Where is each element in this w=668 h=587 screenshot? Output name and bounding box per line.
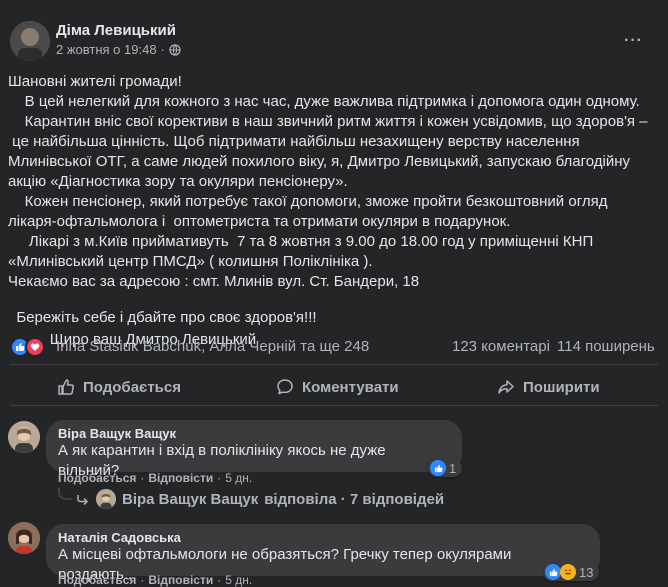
shares-count[interactable]: 114 поширень (557, 338, 655, 355)
like-reaction-icon (430, 460, 446, 476)
reactors-summary[interactable]: Irina Stasiuk Babchuk, Алла Черній та ще… (56, 338, 369, 355)
author-avatar[interactable] (10, 21, 50, 61)
post-line: акцію «Діагностика зору та окуляри пенсі… (8, 173, 348, 190)
globe-icon[interactable] (169, 43, 181, 56)
replies-count: відповіла · 7 відповідей (264, 490, 445, 508)
reply-connector (58, 488, 72, 500)
thumbs-up-icon (57, 378, 75, 396)
replier-avatar (96, 489, 116, 509)
love-reaction-icon (25, 337, 45, 357)
comment-reply-link[interactable]: Відповісти (148, 471, 213, 485)
post-line: Шановні жителі громади! (8, 73, 182, 90)
comment-bubble: Віра Ващук Ващук А як карантин і вхід в … (46, 420, 462, 479)
reaction-icons[interactable] (10, 337, 45, 357)
post-date[interactable]: 2 жовтня о 19:48 (56, 42, 157, 57)
post-line: Бережіть себе і дбайте про своє здоров'я… (8, 309, 317, 326)
post-line (8, 292, 663, 308)
comment-label: Коментувати (302, 378, 399, 396)
meta-separator: · (160, 42, 165, 57)
comment-reactions[interactable]: 13 (543, 563, 600, 581)
commenter-name[interactable]: Віра Ващук Ващук (58, 426, 450, 441)
post-line: Карантин вніс свої корективи в наш звичн… (8, 113, 648, 130)
post-line: Млинівської ОТГ, а саме людей похилого в… (8, 153, 631, 170)
like-button[interactable]: Подобається (57, 378, 181, 396)
commenter-name[interactable]: Наталія Садовська (58, 530, 588, 545)
comment-reactions[interactable]: 1 (428, 459, 463, 477)
share-label: Поширити (523, 378, 600, 396)
reply-arrow-icon (76, 492, 90, 506)
post-line: В цей нелегкий для кожного з нас час, ду… (8, 93, 640, 110)
share-button[interactable]: Поширити (497, 378, 600, 396)
comment-actions: Подобається · Відповісти · 5 дн. (58, 471, 253, 485)
divider (10, 364, 658, 365)
comment-bubble: Наталія Садовська А місцеві офтальмологи… (46, 524, 600, 583)
post-line: Лікарі з м.Київ приймативуть 7 та 8 жовт… (8, 233, 594, 250)
post-line: це найбільша цінність. Щоб підтримати на… (8, 133, 580, 150)
like-reaction-icon (545, 564, 561, 580)
reaction-count: 1 (449, 460, 457, 476)
replier-name: Віра Ващук Ващук (122, 490, 259, 508)
post-line: Кожен пенсіонер, який потребує такої доп… (8, 193, 608, 210)
comment-time[interactable]: 5 дн. (225, 471, 252, 485)
comment-like-link[interactable]: Подобається (58, 573, 136, 587)
author-name[interactable]: Діма Левицький (56, 22, 176, 39)
comments-count[interactable]: 123 коментарі (452, 338, 550, 355)
post-body: Шановні жителі громади! В цей нелегкий д… (8, 72, 663, 350)
comment-button[interactable]: Коментувати (276, 378, 399, 396)
comment-time[interactable]: 5 дн. (225, 573, 252, 587)
divider (10, 405, 658, 406)
comment-like-link[interactable]: Подобається (58, 471, 136, 485)
reaction-count: 13 (579, 564, 594, 580)
like-label: Подобається (83, 378, 181, 396)
comment-reply-link[interactable]: Відповісти (148, 573, 213, 587)
haha-reaction-icon (560, 564, 576, 580)
share-icon (497, 378, 515, 396)
comment-actions: Подобається · Відповісти · 5 дн. (58, 573, 253, 587)
post-line: «Млинівський центр ПМСД» ( колишня Полік… (8, 253, 373, 270)
view-replies-link[interactable]: Віра Ващук Ващук відповіла · 7 відповіде… (76, 489, 444, 509)
commenter-avatar[interactable] (8, 522, 40, 554)
post-line: лікаря-офтальмолога і оптометриста та от… (8, 213, 511, 230)
comment-icon (276, 378, 294, 396)
more-options-icon[interactable]: ··· (624, 32, 643, 50)
commenter-avatar[interactable] (8, 421, 40, 453)
post-meta: 2 жовтня о 19:48 · (56, 42, 181, 57)
post-line: Чекаємо вас за адресою : смт. Млинів вул… (8, 273, 420, 290)
